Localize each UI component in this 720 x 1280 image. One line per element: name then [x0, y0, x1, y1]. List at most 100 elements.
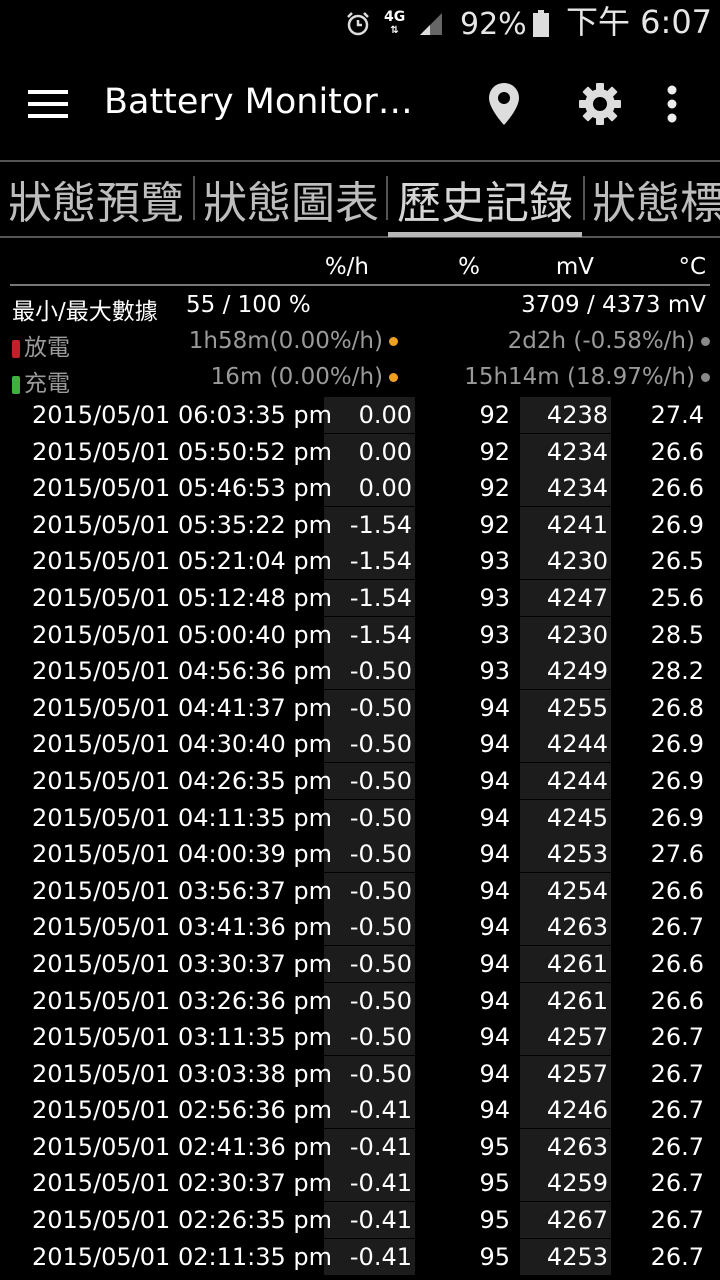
- row-mv: 4247: [546, 583, 608, 612]
- history-row[interactable]: 2015/05/01 03:03:38 pm -0.50 94 4257 26.7: [0, 1055, 720, 1093]
- row-rate: -0.50: [349, 840, 412, 869]
- column-header: %/h % mV °C: [0, 250, 720, 286]
- row-mv: 4244: [546, 730, 608, 759]
- app-title: Battery Monitor…: [104, 82, 413, 122]
- status-dot-icon: [389, 337, 398, 346]
- row-timestamp: 2015/05/01 02:11:35 pm: [32, 1242, 332, 1271]
- tab-status-overview[interactable]: 狀態預覽: [8, 162, 184, 236]
- charge-battery-icon: [12, 375, 20, 394]
- history-row[interactable]: 2015/05/01 04:00:39 pm -0.50 94 4253 27.6: [0, 836, 720, 873]
- row-rate: -0.50: [349, 803, 412, 832]
- row-percent: 94: [479, 986, 510, 1015]
- history-row[interactable]: 2015/05/01 04:41:37 pm -0.50 94 4255 26.8: [0, 689, 720, 727]
- minmax-row: 最小/最大數據 55 / 100 % 3709 / 4373 mV: [0, 288, 720, 325]
- row-rate: -0.50: [349, 1059, 412, 1088]
- history-row[interactable]: 2015/05/01 02:30:37 pm -0.41 95 4259 26.7: [0, 1165, 720, 1202]
- row-timestamp: 2015/05/01 03:41:36 pm: [32, 913, 332, 942]
- history-row[interactable]: 2015/05/01 03:11:35 pm -0.50 94 4257 26.7: [0, 1019, 720, 1056]
- row-percent: 95: [479, 1206, 510, 1235]
- row-percent: 92: [479, 510, 510, 539]
- row-percent: 94: [479, 949, 510, 978]
- history-row[interactable]: 2015/05/01 05:50:52 pm 0.00 92 4234 26.6: [0, 433, 720, 471]
- menu-icon[interactable]: [22, 80, 70, 128]
- history-row[interactable]: 2015/05/01 05:46:53 pm 0.00 92 4234 26.6: [0, 470, 720, 507]
- network-type: 4G: [384, 9, 406, 25]
- row-rate: -0.50: [349, 693, 412, 722]
- history-list[interactable]: 2015/05/01 06:03:35 pm 0.00 92 4238 27.4 2015…: [0, 397, 720, 1275]
- row-rate: 0.00: [358, 401, 412, 429]
- history-row[interactable]: 2015/05/01 06:03:35 pm 0.00 92 4238 27.4: [0, 397, 720, 434]
- row-timestamp: 2015/05/01 04:00:39 pm: [32, 840, 332, 869]
- row-timestamp: 2015/05/01 03:03:38 pm: [32, 1059, 332, 1088]
- row-timestamp: 2015/05/01 05:50:52 pm: [32, 437, 332, 466]
- signal-icon: [418, 0, 448, 48]
- discharge-row: 放電 1h58m(0.00%/h) 2d2h (-0.58%/h): [0, 324, 720, 361]
- row-rate: -0.50: [349, 949, 412, 978]
- tab-history[interactable]: 歷史記錄: [397, 162, 573, 236]
- row-percent: 92: [479, 437, 510, 466]
- row-rate: -0.50: [349, 657, 412, 686]
- discharge-label: 放電: [24, 335, 70, 361]
- row-temp: 27.6: [650, 840, 704, 869]
- location-icon[interactable]: [480, 78, 528, 130]
- row-rate: -0.41: [349, 1096, 412, 1125]
- row-temp: 26.8: [650, 693, 704, 722]
- overflow-icon[interactable]: [648, 78, 696, 130]
- tab-bar: 狀態預覽 狀態圖表 歷史記錄 狀態標: [0, 160, 720, 238]
- history-row[interactable]: 2015/05/01 02:26:35 pm -0.41 95 4267 26.7: [0, 1202, 720, 1239]
- row-rate: -1.54: [349, 510, 412, 539]
- row-percent: 94: [479, 1023, 510, 1052]
- tab-status-label[interactable]: 狀態標: [592, 162, 720, 236]
- row-mv: 4259: [546, 1169, 608, 1198]
- history-row[interactable]: 2015/05/01 02:11:35 pm -0.41 95 4253 26.7: [0, 1238, 720, 1276]
- battery-percent: 92%: [460, 6, 527, 42]
- row-mv: 4257: [546, 1059, 608, 1088]
- history-row[interactable]: 2015/05/01 05:12:48 pm -1.54 93 4247 25.6: [0, 579, 720, 617]
- row-temp: 26.7: [650, 1169, 704, 1198]
- history-row[interactable]: 2015/05/01 02:41:36 pm -0.41 95 4263 26.7: [0, 1128, 720, 1166]
- row-rate: -0.41: [349, 1132, 412, 1161]
- row-timestamp: 2015/05/01 02:30:37 pm: [32, 1169, 332, 1198]
- row-mv: 4255: [546, 693, 608, 722]
- settings-icon[interactable]: [576, 78, 624, 130]
- row-timestamp: 2015/05/01 02:26:35 pm: [32, 1206, 332, 1235]
- history-row[interactable]: 2015/05/01 04:11:35 pm -0.50 94 4245 26.9: [0, 799, 720, 837]
- row-temp: 26.9: [650, 803, 704, 832]
- row-percent: 95: [479, 1132, 510, 1161]
- history-row[interactable]: 2015/05/01 05:35:22 pm -1.54 92 4241 26.9: [0, 506, 720, 544]
- row-mv: 4234: [546, 474, 608, 503]
- row-timestamp: 2015/05/01 05:21:04 pm: [32, 547, 332, 576]
- minmax-mv: 3709 / 4373 mV: [521, 292, 706, 318]
- history-row[interactable]: 2015/05/01 04:26:35 pm -0.50 94 4244 26.9: [0, 762, 720, 800]
- history-row[interactable]: 2015/05/01 03:26:36 pm -0.50 94 4261 26.6: [0, 982, 720, 1020]
- row-percent: 93: [479, 657, 510, 686]
- history-row[interactable]: 2015/05/01 03:30:37 pm -0.50 94 4261 26.6: [0, 945, 720, 983]
- history-row[interactable]: 2015/05/01 04:30:40 pm -0.50 94 4244 26.9: [0, 726, 720, 763]
- row-rate: -0.50: [349, 913, 412, 942]
- row-mv: 4263: [546, 913, 608, 942]
- row-percent: 94: [479, 876, 510, 905]
- row-mv: 4249: [546, 657, 608, 686]
- row-temp: 26.6: [650, 876, 704, 905]
- row-rate: -0.50: [349, 876, 412, 905]
- row-mv: 4261: [546, 986, 608, 1015]
- status-dot-icon: [389, 373, 398, 382]
- row-timestamp: 2015/05/01 05:12:48 pm: [32, 583, 332, 612]
- row-mv: 4244: [546, 766, 608, 795]
- row-timestamp: 2015/05/01 06:03:35 pm: [32, 401, 332, 429]
- row-percent: 92: [479, 474, 510, 503]
- history-row[interactable]: 2015/05/01 05:00:40 pm -1.54 93 4230 28.5: [0, 616, 720, 654]
- row-timestamp: 2015/05/01 03:56:37 pm: [32, 876, 332, 905]
- row-temp: 26.6: [650, 949, 704, 978]
- history-row[interactable]: 2015/05/01 02:56:36 pm -0.41 94 4246 26.7: [0, 1092, 720, 1129]
- row-mv: 4234: [546, 437, 608, 466]
- tab-status-chart[interactable]: 狀態圖表: [203, 162, 379, 236]
- history-row[interactable]: 2015/05/01 04:56:36 pm -0.50 93 4249 28.2: [0, 653, 720, 690]
- history-row[interactable]: 2015/05/01 03:41:36 pm -0.50 94 4263 26.7: [0, 909, 720, 946]
- history-row[interactable]: 2015/05/01 05:21:04 pm -1.54 93 4230 26.5: [0, 543, 720, 580]
- row-percent: 94: [479, 1059, 510, 1088]
- row-temp: 26.7: [650, 1059, 704, 1088]
- history-row[interactable]: 2015/05/01 03:56:37 pm -0.50 94 4254 26.6: [0, 872, 720, 910]
- row-temp: 26.7: [650, 1242, 704, 1271]
- discharge-battery-icon: [12, 339, 20, 358]
